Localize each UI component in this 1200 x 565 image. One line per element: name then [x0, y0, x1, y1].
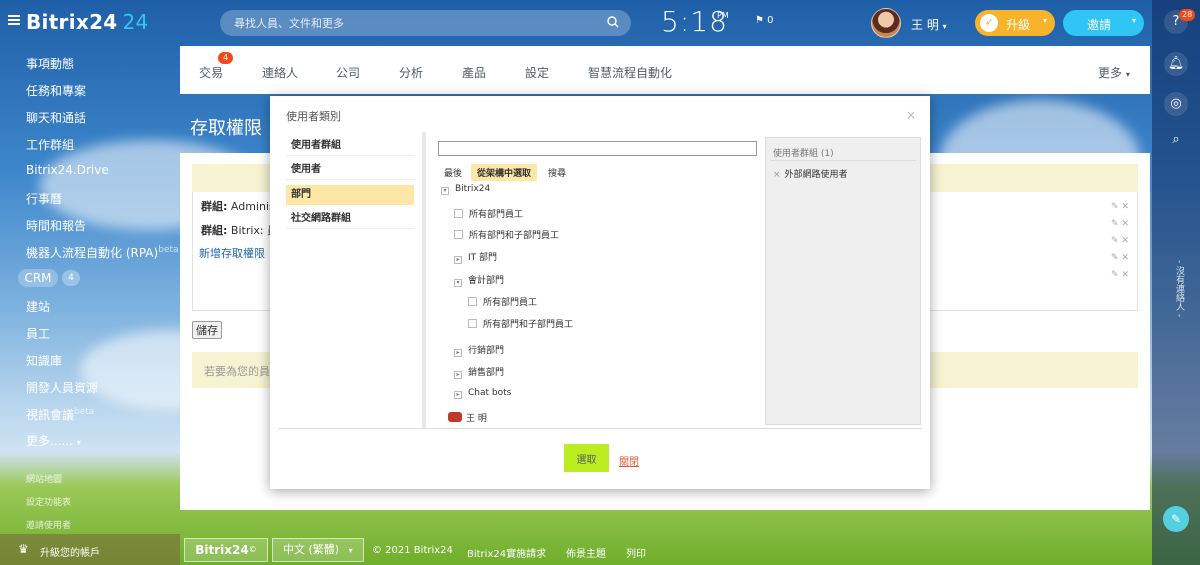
checkbox[interactable]: [454, 230, 463, 239]
selected-items-panel: 使用者群組 (1) × 外部網路使用者: [765, 137, 921, 425]
divider: [278, 428, 922, 429]
collapse-icon[interactable]: ▾: [454, 279, 462, 287]
category-social-groups[interactable]: 社交網路群組: [286, 209, 414, 229]
tree-checkbox-item[interactable]: 所有部門員工: [468, 295, 537, 308]
category-user-groups[interactable]: 使用者群組: [286, 136, 414, 156]
tree-label: 所有部門和子部門員工: [483, 320, 574, 330]
expand-icon[interactable]: ▸: [454, 349, 462, 357]
select-button[interactable]: 選取: [564, 444, 609, 472]
close-link[interactable]: 關閉: [619, 453, 639, 468]
tab-recent[interactable]: 最後: [438, 164, 468, 181]
divider: [770, 160, 916, 161]
checkbox[interactable]: [454, 209, 463, 218]
tree-checkbox-item[interactable]: 所有部門員工: [454, 207, 523, 220]
department-panel: 最後 從架構中選取 搜尋 ▾ Bitrix24 所有部門員工 所有部門和子部門員工…: [430, 132, 760, 428]
tree-checkbox-item[interactable]: 所有部門和子部門員工: [454, 228, 559, 241]
expand-icon[interactable]: ▸: [454, 256, 462, 264]
tree-label: 行銷部門: [468, 346, 505, 356]
tree-dept-it[interactable]: ▸ IT 部門: [454, 250, 497, 264]
tree-dept-marketing[interactable]: ▸ 行銷部門: [454, 343, 504, 357]
tree-label: 銷售部門: [468, 368, 505, 378]
close-icon[interactable]: ×: [906, 108, 916, 122]
category-departments[interactable]: 部門: [286, 185, 414, 205]
tree-label: IT 部門: [468, 253, 498, 263]
collapse-icon[interactable]: ▾: [441, 187, 449, 195]
expand-icon[interactable]: ▸: [454, 371, 462, 379]
tree-label: Bitrix24: [455, 184, 491, 194]
tree-checkbox-item[interactable]: 所有部門和子部門員工: [468, 317, 573, 330]
panel-divider: [422, 132, 426, 428]
tree-label: Chat bots: [468, 388, 512, 398]
tree-label: 所有部門員工: [469, 210, 524, 220]
tree-label: 王 明: [466, 414, 487, 424]
tab-select-from-structure[interactable]: 從架構中選取: [471, 164, 538, 181]
tree-root[interactable]: ▾ Bitrix24: [441, 184, 490, 195]
selected-item[interactable]: × 外部網路使用者: [773, 167, 848, 180]
tree-label: 所有部門和子部門員工: [469, 231, 560, 241]
category-users[interactable]: 使用者: [286, 160, 414, 180]
department-search-input[interactable]: [438, 141, 757, 156]
remove-icon[interactable]: ×: [773, 170, 781, 180]
selected-group-header: 使用者群組 (1): [773, 149, 834, 159]
expand-icon[interactable]: ▸: [454, 391, 462, 399]
tree-dept-sales[interactable]: ▸ 銷售部門: [454, 365, 504, 379]
user-avatar-icon: [448, 412, 462, 422]
tree-label: 所有部門員工: [483, 298, 538, 308]
dialog-title: 使用者類別: [286, 110, 341, 123]
checkbox[interactable]: [468, 297, 477, 306]
tree-dept-accounting[interactable]: ▾ 會計部門: [454, 273, 504, 287]
tree-label: 會計部門: [468, 276, 505, 286]
tree-dept-chatbots[interactable]: ▸ Chat bots: [454, 388, 511, 399]
checkbox[interactable]: [468, 319, 477, 328]
selected-item-label: 外部網路使用者: [784, 170, 848, 180]
tree-user[interactable]: 王 明: [448, 411, 487, 424]
modal-overlay: 使用者類別 × 使用者群組 使用者 部門 社交網路群組 最後 從架構中選取 搜尋…: [0, 0, 1200, 565]
tab-search[interactable]: 搜尋: [542, 164, 572, 181]
user-category-dialog: 使用者類別 × 使用者群組 使用者 部門 社交網路群組 最後 從架構中選取 搜尋…: [270, 96, 930, 489]
